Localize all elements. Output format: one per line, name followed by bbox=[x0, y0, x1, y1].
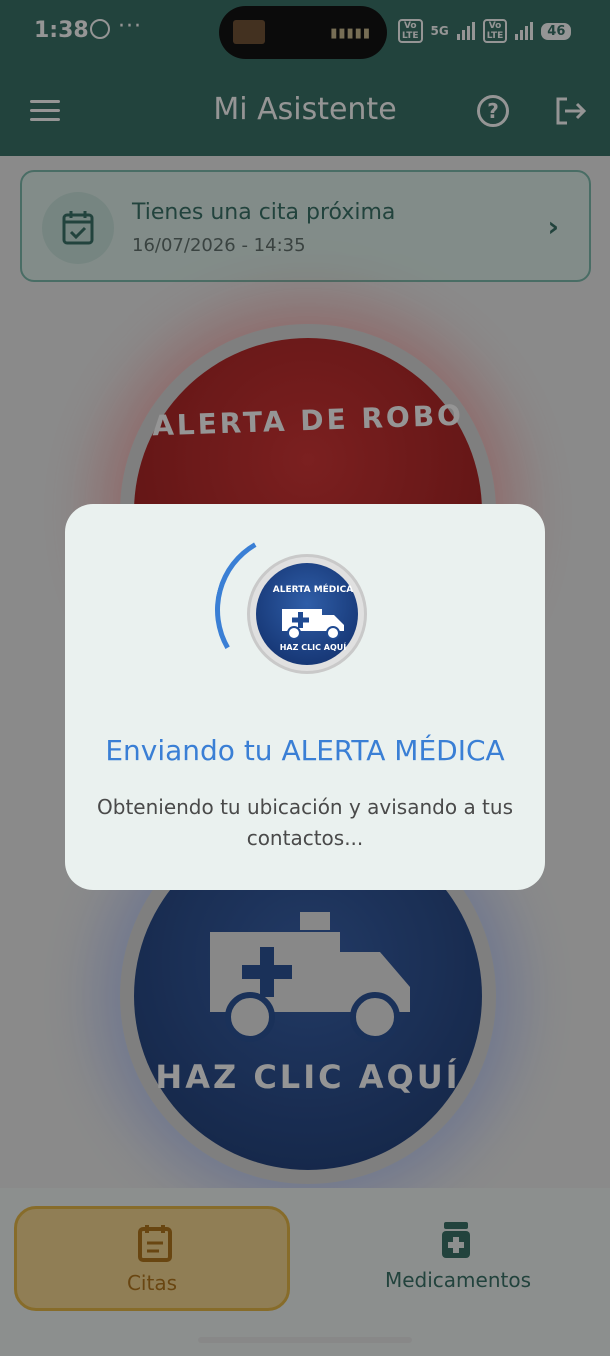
sending-alert-dialog: ALERTA MÉDICA HAZ CLIC AQUÍ Enviando tu … bbox=[65, 504, 545, 890]
dialog-title: Enviando tu ALERTA MÉDICA bbox=[105, 734, 505, 767]
badge-top-label: ALERTA MÉDICA bbox=[272, 585, 354, 595]
medical-alert-badge-face: ALERTA MÉDICA HAZ CLIC AQUÍ bbox=[256, 563, 358, 665]
badge-bottom-label: HAZ CLIC AQUÍ bbox=[279, 643, 347, 652]
medical-alert-badge: ALERTA MÉDICA HAZ CLIC AQUÍ bbox=[247, 554, 367, 674]
dialog-message: Obteniendo tu ubicación y avisando a tus… bbox=[97, 795, 513, 850]
ambulance-icon-small bbox=[282, 609, 344, 640]
